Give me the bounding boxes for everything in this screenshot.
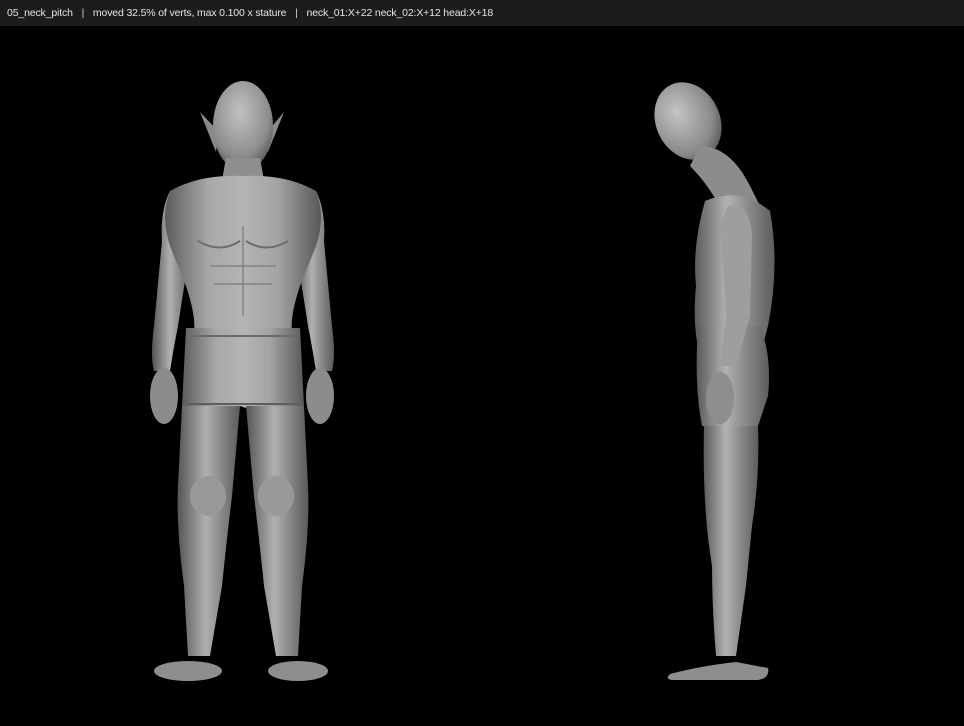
leg <box>703 426 759 656</box>
head <box>213 81 273 171</box>
joint-rotations: neck_01:X+22 neck_02:X+12 head:X+18 <box>306 7 494 19</box>
status-bar: 05_neck_pitch | moved 32.5% of verts, ma… <box>0 0 964 26</box>
left-foot <box>154 661 222 681</box>
right-leg <box>246 406 309 656</box>
human-figure-side-icon <box>654 82 775 680</box>
foot <box>667 662 769 680</box>
moved-verts-stat: moved 32.5% of verts, max 0.100 x statur… <box>92 7 287 19</box>
side-view <box>640 26 800 726</box>
shorts <box>182 328 304 408</box>
right-foot <box>268 661 328 681</box>
render-viewport <box>0 26 964 726</box>
front-view <box>140 26 350 726</box>
left-leg <box>177 406 240 656</box>
hand <box>706 372 734 424</box>
human-figure-front-icon <box>150 81 334 681</box>
right-hand <box>306 368 334 424</box>
left-hand <box>150 368 178 424</box>
status-separator: | <box>295 7 298 19</box>
status-separator: | <box>81 7 85 19</box>
pose-name: 05_neck_pitch <box>7 7 73 19</box>
